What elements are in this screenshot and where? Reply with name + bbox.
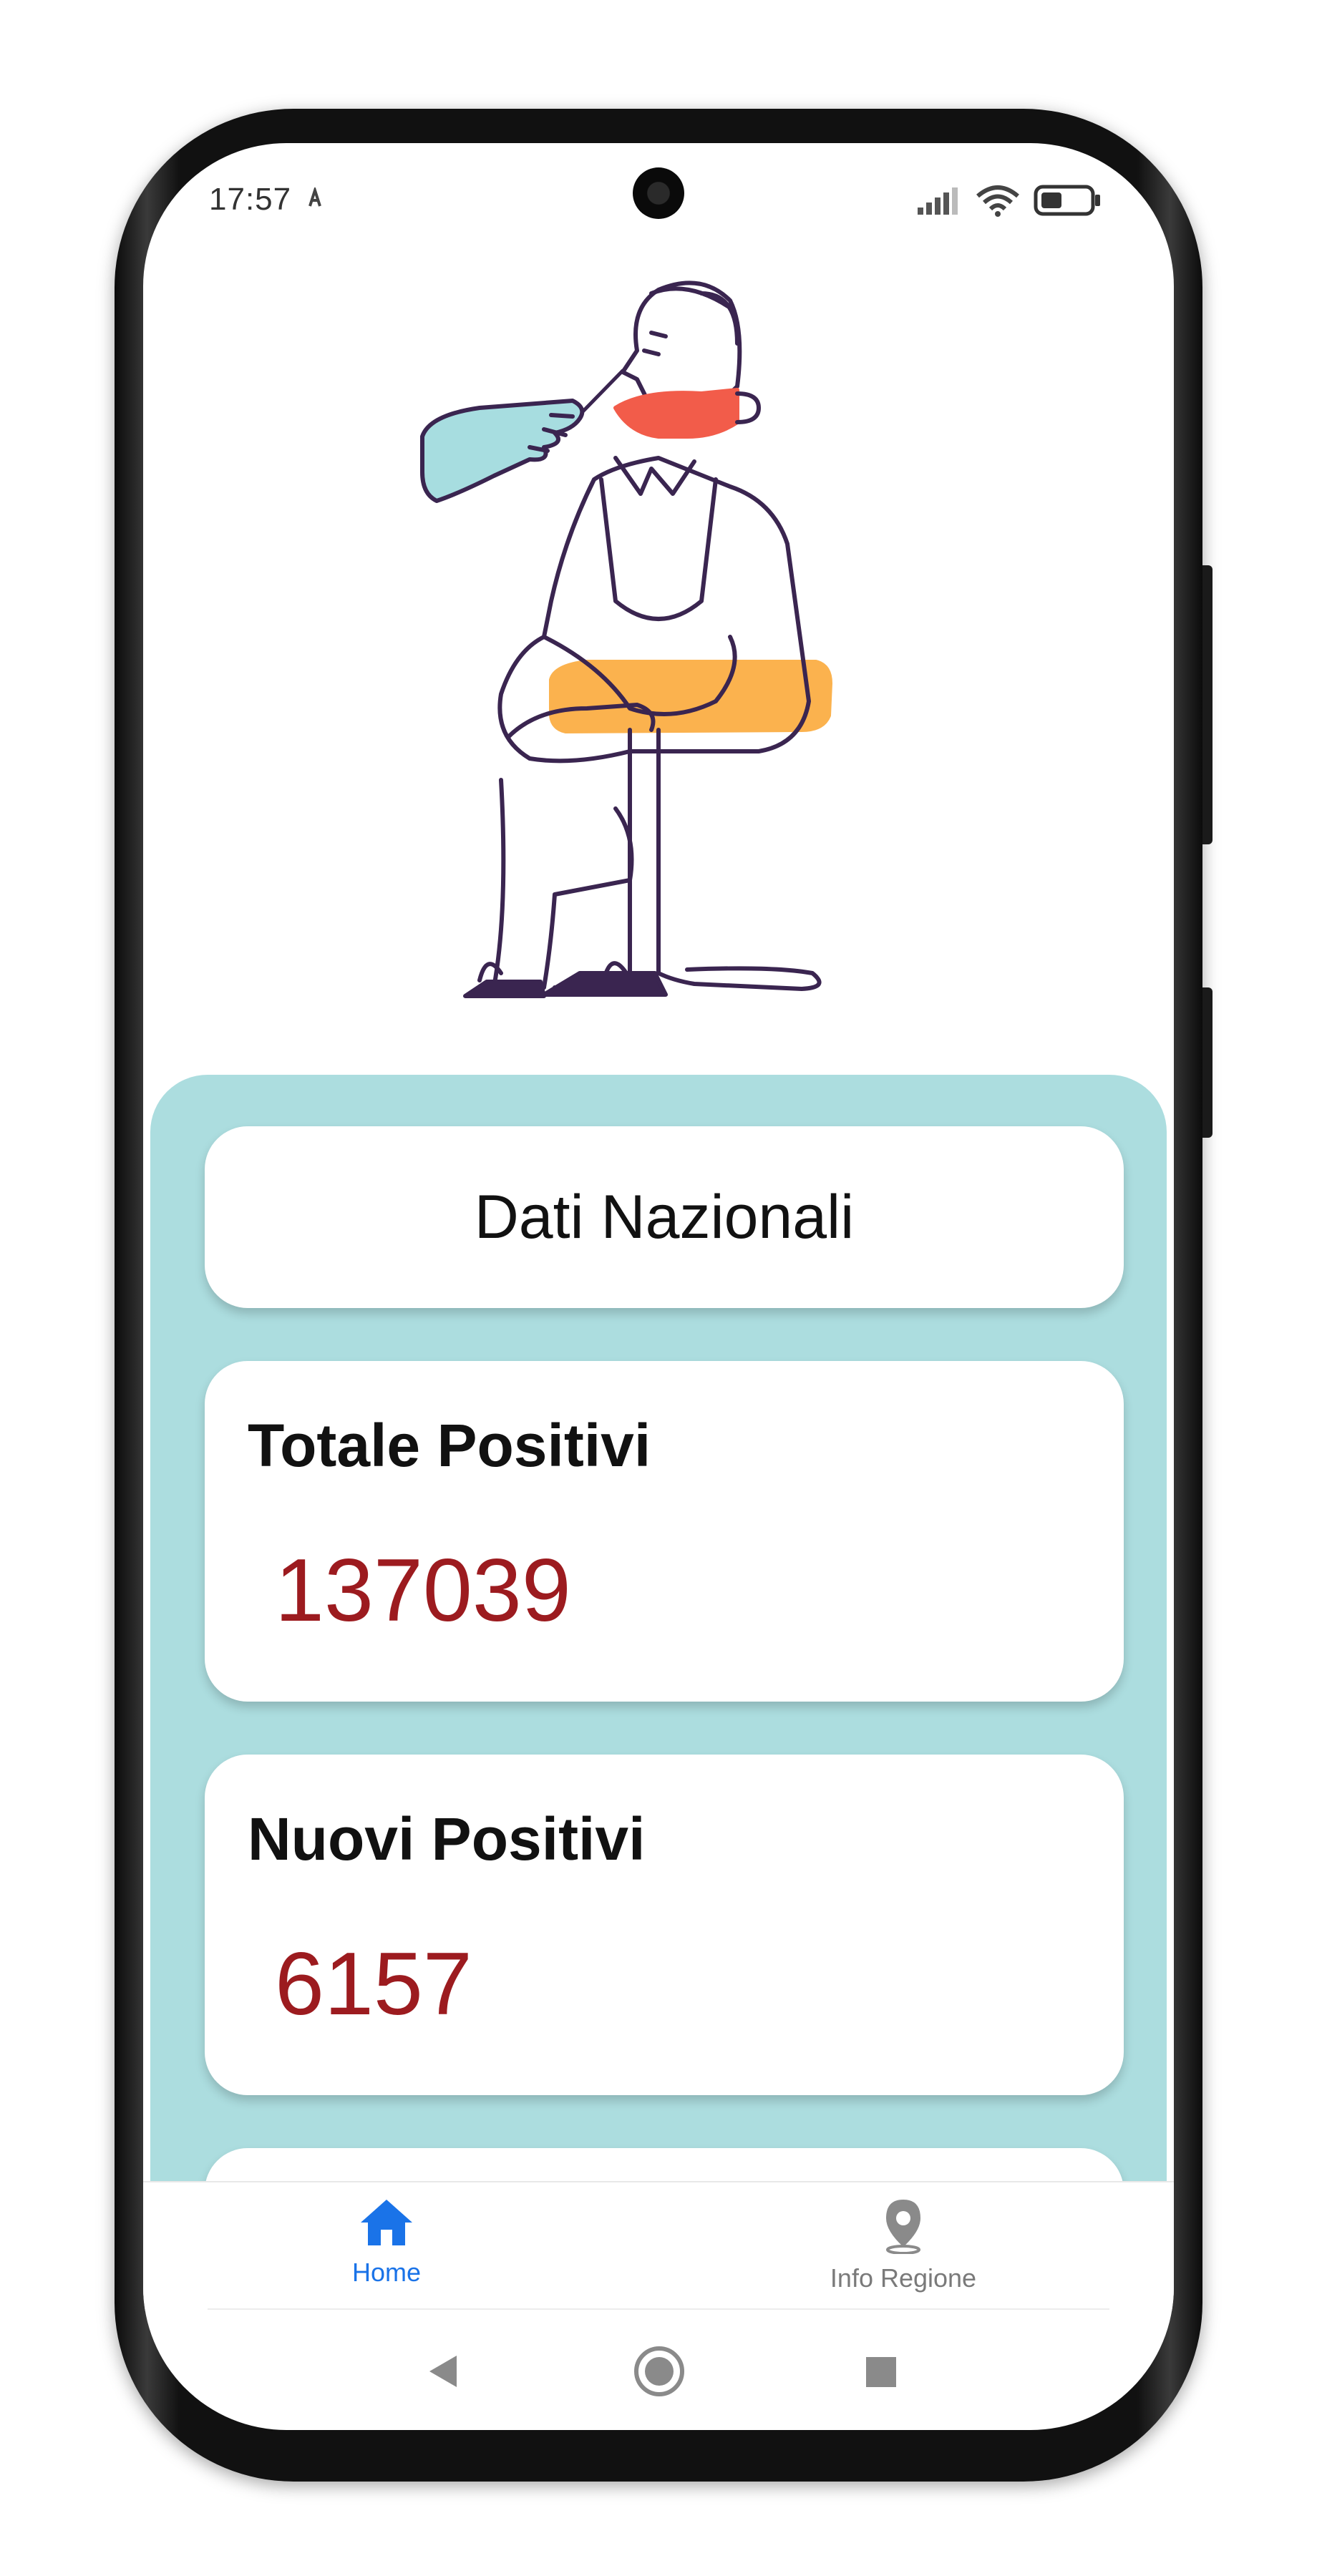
person-nasal-swab-illustration: [420, 280, 832, 998]
national-data-panel: Dati Nazionali Totale Positivi 137039 Nu…: [150, 1075, 1167, 2291]
app-screen: 17:57 Dati Nazionali Totale Positivi 137…: [143, 143, 1174, 2430]
stat-card-totale-positivi[interactable]: Totale Positivi 137039: [205, 1361, 1124, 1702]
signal-icon: [918, 187, 958, 215]
notification-icon: [308, 187, 321, 207]
home-icon: [361, 2200, 412, 2245]
location-pin-icon: [886, 2200, 920, 2255]
national-data-header-card: Dati Nazionali: [205, 1126, 1124, 1308]
stat-value: 137039: [275, 1541, 571, 1640]
nav-item-info-regione[interactable]: Info Regione: [724, 2197, 1082, 2293]
status-icons: [916, 183, 1102, 218]
system-navigation-bar: [429, 2346, 896, 2396]
front-camera: [633, 167, 684, 219]
bottom-navigation: Home Info Regione: [143, 2181, 1174, 2311]
stat-value: 6157: [275, 1935, 472, 2034]
stat-label: Totale Positivi: [248, 1412, 651, 1479]
wifi-icon: [976, 185, 1019, 217]
divider: [208, 2308, 1109, 2310]
section-title: Dati Nazionali: [474, 1182, 855, 1252]
back-icon[interactable]: [429, 2356, 457, 2387]
home-button-icon[interactable]: [634, 2346, 684, 2396]
power-button: [1202, 565, 1212, 844]
recents-icon[interactable]: [866, 2357, 896, 2387]
nav-label-home: Home: [351, 2258, 422, 2287]
nav-item-home[interactable]: Home: [208, 2197, 565, 2288]
status-time: 17:57: [209, 182, 292, 217]
nav-label-info-regione: Info Regione: [830, 2263, 977, 2293]
stat-card-nuovi-positivi[interactable]: Nuovi Positivi 6157: [205, 1755, 1124, 2095]
battery-icon: [1034, 185, 1100, 216]
volume-button: [1202, 987, 1212, 1138]
stat-label: Nuovi Positivi: [248, 1805, 646, 1873]
